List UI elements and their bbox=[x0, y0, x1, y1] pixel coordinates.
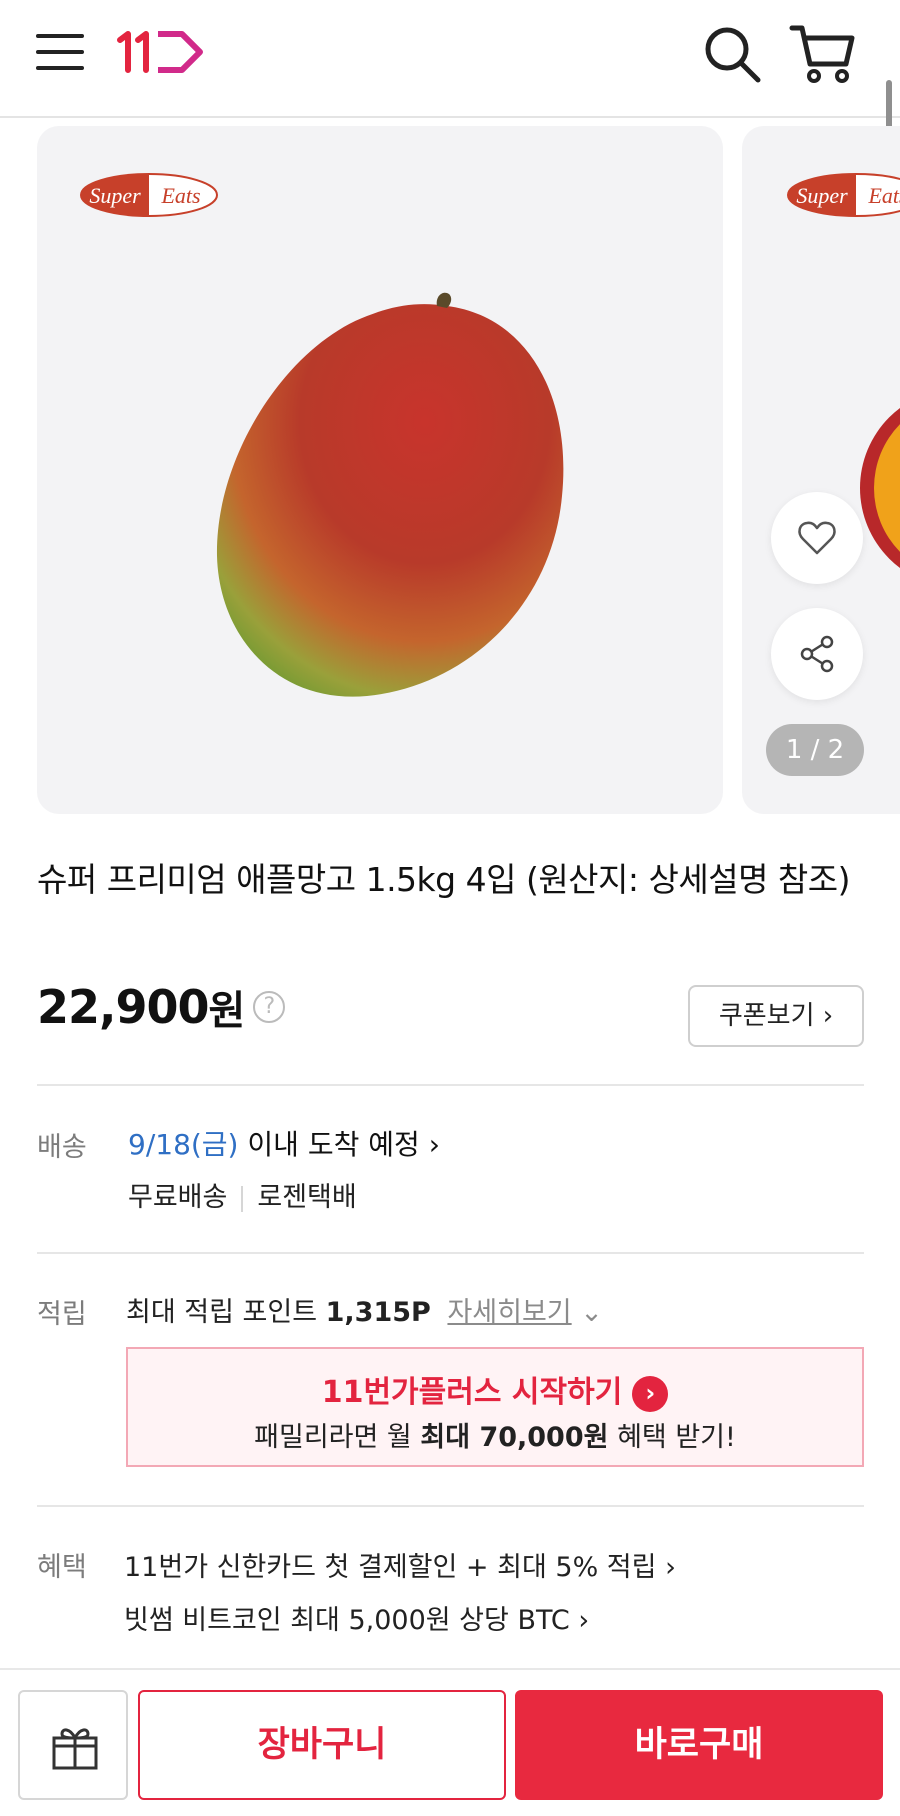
max-points-label: 최대 적립 포인트 bbox=[126, 1297, 318, 1328]
brand-badge-text-1: Super bbox=[89, 183, 141, 208]
product-image-slide[interactable]: Super Eats bbox=[37, 126, 723, 814]
chevron-right-icon: › bbox=[665, 1552, 676, 1583]
share-icon[interactable] bbox=[771, 608, 863, 700]
points-label: 적립 bbox=[37, 1299, 87, 1330]
chevron-right-icon: › bbox=[822, 1001, 834, 1031]
product-image-slide-next[interactable]: Super Eats bbox=[742, 126, 900, 814]
brand-badge-text-2: Eats bbox=[867, 183, 900, 208]
price-help-icon[interactable]: ? bbox=[253, 991, 286, 1023]
divider bbox=[37, 1252, 864, 1254]
eleven-street-logo[interactable] bbox=[116, 30, 206, 74]
points-info: 최대 적립 포인트 1,315P 자세히보기 ⌄ bbox=[126, 1290, 603, 1329]
super-eats-brand-badge: Super Eats bbox=[79, 172, 219, 218]
mango-image bbox=[197, 276, 577, 706]
view-coupon-button[interactable]: 쿠폰보기 › bbox=[688, 985, 864, 1047]
chevron-right-icon: › bbox=[578, 1605, 590, 1636]
benefit-item[interactable]: 빗썸 비트코인 최대 5,000원 상당 BTC › bbox=[124, 1598, 589, 1637]
app-header bbox=[0, 0, 900, 118]
points-details-link[interactable]: 자세히보기 bbox=[447, 1297, 571, 1328]
benefits-label: 혜택 bbox=[37, 1552, 87, 1583]
product-price: 22,900 bbox=[37, 980, 210, 1034]
product-title: 슈퍼 프리미엄 애플망고 1.5kg 4입 (원산지: 상세설명 참조) bbox=[37, 860, 851, 899]
chevron-right-icon: › bbox=[428, 1128, 440, 1161]
delivery-date: 9/18(금) bbox=[128, 1128, 239, 1161]
separator bbox=[241, 1185, 244, 1212]
max-points-value: 1,315P bbox=[325, 1297, 431, 1328]
search-icon[interactable] bbox=[700, 22, 764, 86]
price-row: 22,900원? bbox=[37, 978, 286, 1048]
product-image-gallery[interactable]: Super Eats Super Eat 1 / 2 bbox=[0, 126, 900, 816]
image-page-indicator: 1 / 2 bbox=[766, 724, 864, 776]
heart-icon[interactable] bbox=[771, 492, 863, 584]
chevron-right-circle-icon: › bbox=[632, 1375, 669, 1412]
super-eats-brand-badge: Super Eats bbox=[786, 172, 900, 218]
divider bbox=[37, 1084, 864, 1086]
delivery-arrival-text: 이내 도착 예정 bbox=[247, 1128, 420, 1161]
benefit-item[interactable]: 11번가 신한카드 첫 결제할인 + 최대 5% 적립 › bbox=[124, 1545, 676, 1584]
price-unit: 원 bbox=[208, 988, 246, 1034]
delivery-estimate[interactable]: 9/18(금) 이내 도착 예정 › bbox=[128, 1123, 440, 1163]
shopping-cart-icon[interactable] bbox=[788, 20, 856, 88]
chevron-down-icon: ⌄ bbox=[580, 1297, 603, 1328]
delivery-details: 무료배송 로젠택배 bbox=[128, 1175, 357, 1214]
gift-icon[interactable] bbox=[18, 1690, 128, 1800]
divider bbox=[37, 1505, 864, 1507]
add-to-cart-button[interactable]: 장바구니 bbox=[138, 1690, 506, 1800]
eleven-plus-promo-banner[interactable]: 11번가플러스 시작하기 › 패밀리라면 월 최대 70,000원 혜택 받기! bbox=[126, 1347, 864, 1467]
promo-subtitle: 패밀리라면 월 최대 70,000원 혜택 받기! bbox=[254, 1422, 736, 1453]
hamburger-menu-icon[interactable] bbox=[36, 30, 86, 74]
bottom-action-bar: 장바구니 바로구매 bbox=[0, 1668, 900, 1816]
shipping-fee: 무료배송 bbox=[128, 1182, 228, 1213]
delivery-label: 배송 bbox=[37, 1132, 87, 1163]
promo-title: 11번가플러스 시작하기 › bbox=[128, 1367, 862, 1412]
buy-now-button[interactable]: 바로구매 bbox=[515, 1690, 883, 1800]
brand-badge-text-2: Eats bbox=[160, 183, 200, 208]
coupon-button-label: 쿠폰보기 bbox=[718, 1001, 815, 1031]
brand-badge-text-1: Super bbox=[796, 183, 848, 208]
delivery-carrier: 로젠택배 bbox=[257, 1182, 357, 1213]
